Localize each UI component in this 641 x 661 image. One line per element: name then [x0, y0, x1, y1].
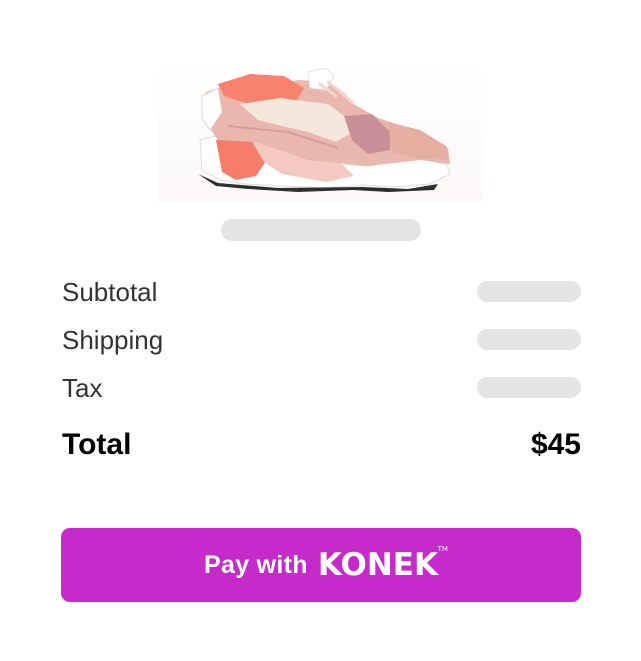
tax-row: Tax: [62, 372, 581, 404]
total-label: Total: [62, 428, 132, 461]
pay-button-label: Pay with: [204, 550, 308, 579]
konek-logo-text: KONEK: [317, 546, 438, 583]
product-name-placeholder: [221, 219, 421, 241]
trademark-mark: TM: [437, 544, 448, 553]
tax-label: Tax: [62, 373, 103, 403]
product-image: [158, 62, 483, 202]
subtotal-value-placeholder: [477, 281, 581, 302]
subtotal-label: Subtotal: [62, 277, 158, 307]
pay-with-konek-button[interactable]: Pay with KONEK TM: [61, 528, 581, 602]
tax-value-placeholder: [477, 377, 581, 398]
subtotal-row: Subtotal: [62, 276, 581, 308]
total-row: Total $45: [62, 426, 581, 464]
total-value: $45: [530, 428, 581, 461]
shipping-value-placeholder: [477, 329, 581, 350]
shipping-row: Shipping: [62, 324, 581, 356]
shipping-label: Shipping: [62, 325, 164, 355]
konek-logo: KONEK TM: [317, 545, 448, 583]
sneaker-illustration: [198, 67, 451, 192]
